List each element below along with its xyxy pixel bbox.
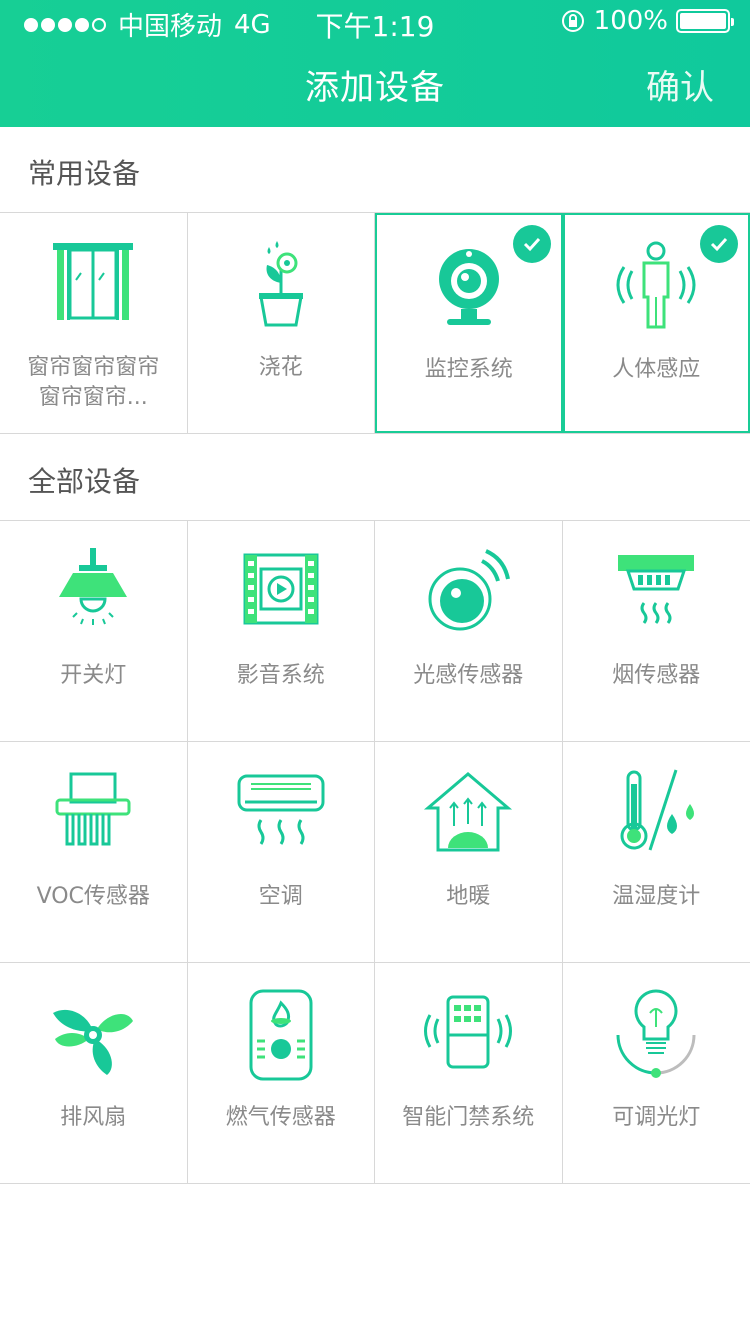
film-play-icon [243, 553, 319, 625]
device-label: 地暖 [446, 884, 491, 909]
page-title: 添加设备 [305, 68, 445, 108]
pendant-lamp-icon [59, 548, 128, 625]
selected-check-icon [512, 225, 551, 263]
gas-sensor-icon [249, 989, 313, 1081]
rotation-lock-icon [561, 10, 584, 32]
floor-heating-icon [424, 772, 513, 852]
device-label: 监控系统 [424, 357, 513, 382]
device-label: 影音系统 [236, 663, 325, 688]
dimmable-bulb-icon [616, 989, 696, 1078]
all-devices-grid: 开关灯 影音系统 光感传感器 烟传感器 VOC传感器 空调 地暖 温湿度计 排风… [0, 520, 750, 1184]
device-label: 人体感应 [612, 357, 701, 382]
device-tile-air-conditioner[interactable]: 空调 [188, 742, 375, 962]
device-label: 可调光灯 [612, 1105, 701, 1130]
device-label: 燃气传感器 [225, 1105, 336, 1130]
device-label: 智能门禁系统 [402, 1105, 535, 1130]
device-label: 空调 [258, 884, 303, 909]
motion-sensor-icon [616, 241, 696, 329]
app-header: 中国移动 4G 下午1:19 100% 添加设备 确认 [0, 0, 750, 127]
device-tile-curtain[interactable]: 窗帘窗帘窗帘 窗帘窗帘... [0, 213, 188, 433]
air-conditioner-icon [237, 774, 325, 845]
exhaust-fan-icon [53, 1009, 134, 1075]
device-label: 浇花 [258, 355, 303, 380]
device-tile-motion[interactable]: 人体感应 [562, 213, 750, 433]
common-devices-grid: 窗帘窗帘窗帘 窗帘窗帘... 浇花 监控系统 人体感应 [0, 212, 750, 434]
device-tile-smoke-sensor[interactable]: 烟传感器 [563, 521, 750, 741]
device-tile-light-sensor[interactable]: 光感传感器 [375, 521, 563, 741]
light-sensor-icon [428, 549, 511, 631]
device-tile-av-system[interactable]: 影音系统 [188, 521, 375, 741]
section-title-all: 全部设备 [28, 465, 141, 498]
device-tile-access-control[interactable]: 智能门禁系统 [375, 963, 563, 1183]
device-label: VOC传感器 [36, 884, 150, 909]
device-tile-dimmable-light[interactable]: 可调光灯 [563, 963, 750, 1183]
device-label: 温湿度计 [612, 884, 701, 909]
battery-percent: 100% [593, 6, 668, 36]
device-tile-gas-sensor[interactable]: 燃气传感器 [188, 963, 375, 1183]
device-tile-floor-heating[interactable]: 地暖 [375, 742, 563, 962]
device-tile-switch-light[interactable]: 开关灯 [0, 521, 188, 741]
flower-pot-icon [258, 241, 303, 327]
device-label: 窗帘窗帘窗帘 窗帘窗帘... [27, 355, 160, 410]
device-tile-thermo-hygrometer[interactable]: 温湿度计 [563, 742, 750, 962]
thermo-hygrometer-icon [620, 769, 695, 851]
curtain-icon [53, 243, 134, 320]
device-label: 光感传感器 [413, 663, 524, 688]
device-tile-exhaust-fan[interactable]: 排风扇 [0, 963, 188, 1183]
smoke-detector-icon [618, 555, 695, 624]
voc-sensor-icon [55, 772, 131, 846]
section-title-common: 常用设备 [28, 157, 141, 190]
selected-check-icon [700, 225, 738, 263]
device-label: 烟传感器 [612, 663, 701, 688]
battery-icon [676, 9, 734, 33]
webcam-icon [438, 249, 499, 325]
access-control-icon [424, 995, 513, 1069]
device-label: 开关灯 [60, 663, 127, 688]
device-label: 排风扇 [60, 1105, 127, 1130]
device-tile-voc-sensor[interactable]: VOC传感器 [0, 742, 188, 962]
status-right: 100% [560, 6, 734, 36]
device-tile-watering[interactable]: 浇花 [188, 213, 375, 433]
confirm-button[interactable]: 确认 [646, 60, 714, 109]
device-tile-surveillance[interactable]: 监控系统 [375, 213, 563, 433]
status-bar: 中国移动 4G 下午1:19 100% [0, 0, 750, 43]
